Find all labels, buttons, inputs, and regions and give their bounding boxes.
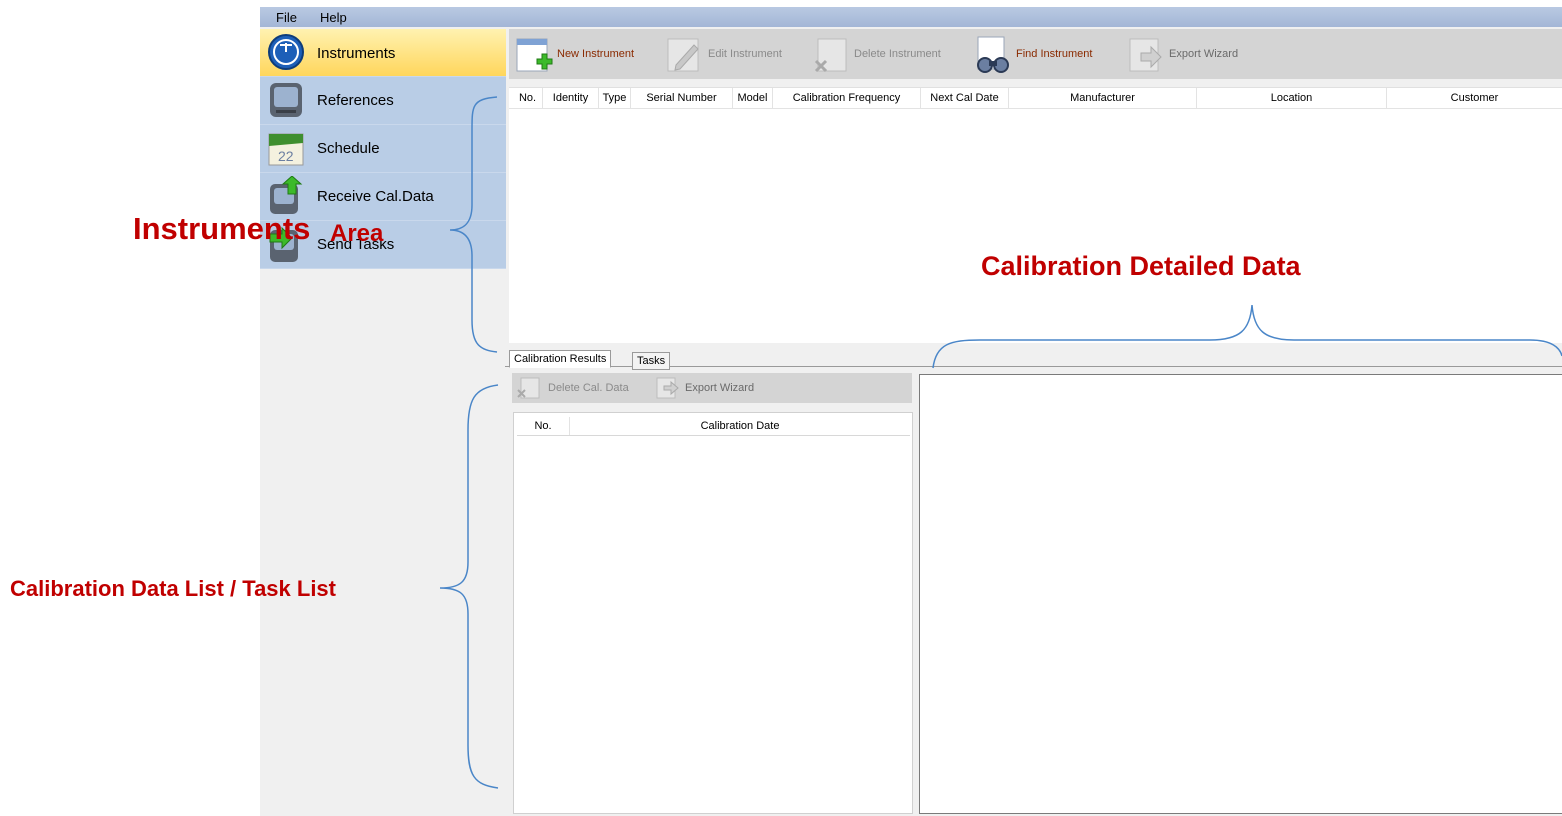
- data-list-label: Calibration Data List / Task List: [10, 576, 336, 601]
- instruments-area-label-suffix: Area: [330, 220, 384, 247]
- instruments-area-label: Instruments: [133, 211, 311, 246]
- instruments-area-bracket: [449, 96, 498, 353]
- detailed-data-bracket: [932, 304, 1562, 369]
- annotation-brackets: [439, 96, 1562, 789]
- detailed-data-label: Calibration Detailed Data: [981, 251, 1301, 281]
- data-list-bracket: [439, 384, 499, 789]
